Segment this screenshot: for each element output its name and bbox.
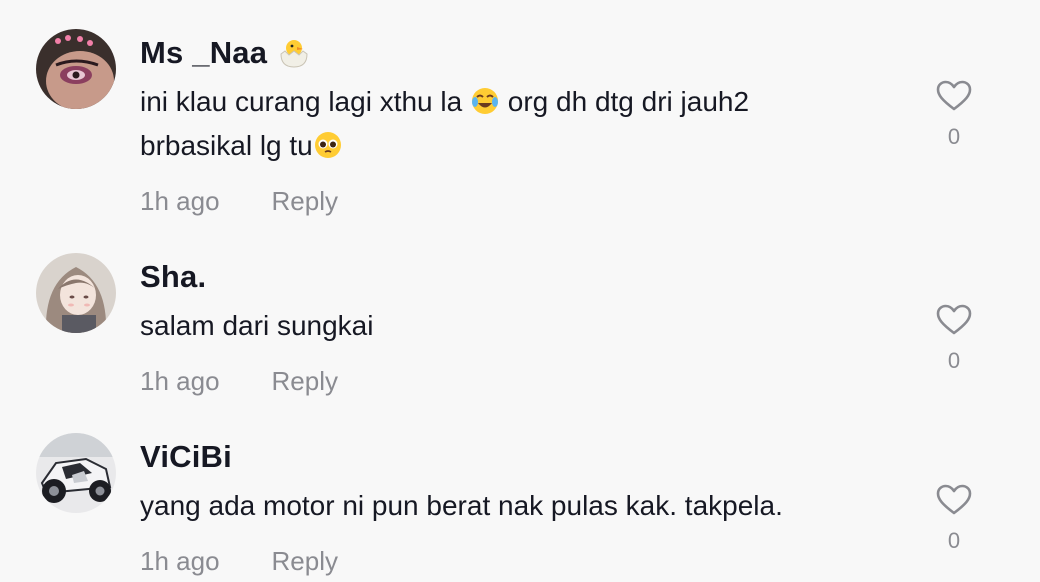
like-count: 0: [947, 528, 961, 553]
username-text: Sha.: [140, 259, 207, 294]
username-text: ViCiBi: [140, 439, 232, 474]
avatar-image: [36, 433, 116, 513]
hatching-chick-emoji: [277, 36, 311, 70]
comment-text-part: org dh dtg dri jauh2: [507, 86, 750, 117]
comment-list: Ms _Naa ini klau curang lagi xthu la org…: [0, 0, 1040, 582]
heart-outline-icon: [936, 484, 972, 515]
heart-outline-icon: [936, 80, 972, 111]
username[interactable]: Sha.: [140, 259, 206, 295]
like-button[interactable]: 0: [930, 484, 978, 554]
reply-button[interactable]: Reply: [272, 546, 338, 576]
timestamp: 1h ago: [140, 186, 220, 216]
comment-meta: 1h ago Reply: [140, 366, 338, 397]
username-text: Ms _Naa: [140, 35, 268, 70]
like-button[interactable]: 0: [930, 80, 978, 150]
avatar-image: [36, 29, 116, 109]
comment-text: yang ada motor ni pun berat nak pulas ka…: [140, 490, 783, 521]
timestamp: 1h ago: [140, 366, 220, 396]
username[interactable]: ViCiBi: [140, 439, 232, 475]
comment-meta: 1h ago Reply: [140, 186, 338, 217]
avatar-image: [36, 253, 116, 333]
comment-text: ini klau curang lagi xthu la org dh dtg …: [140, 80, 900, 168]
like-count: 0: [947, 348, 961, 373]
comment-text-part: brbasikal lg tu: [140, 130, 313, 161]
username[interactable]: Ms _Naa: [140, 35, 311, 71]
comment-meta: 1h ago Reply: [140, 546, 338, 577]
avatar[interactable]: [36, 253, 116, 333]
avatar[interactable]: [36, 29, 116, 109]
avatar[interactable]: [36, 433, 116, 513]
reply-button[interactable]: Reply: [272, 366, 338, 396]
pleading-face-emoji: [313, 130, 343, 160]
comment-text: salam dari sungkai: [140, 310, 374, 341]
joy-emoji: [470, 86, 500, 116]
reply-button[interactable]: Reply: [272, 186, 338, 216]
like-count: 0: [947, 124, 961, 149]
comment-text-part: ini klau curang lagi xthu la: [140, 86, 463, 117]
like-button[interactable]: 0: [930, 304, 978, 374]
heart-outline-icon: [936, 304, 972, 335]
timestamp: 1h ago: [140, 546, 220, 576]
